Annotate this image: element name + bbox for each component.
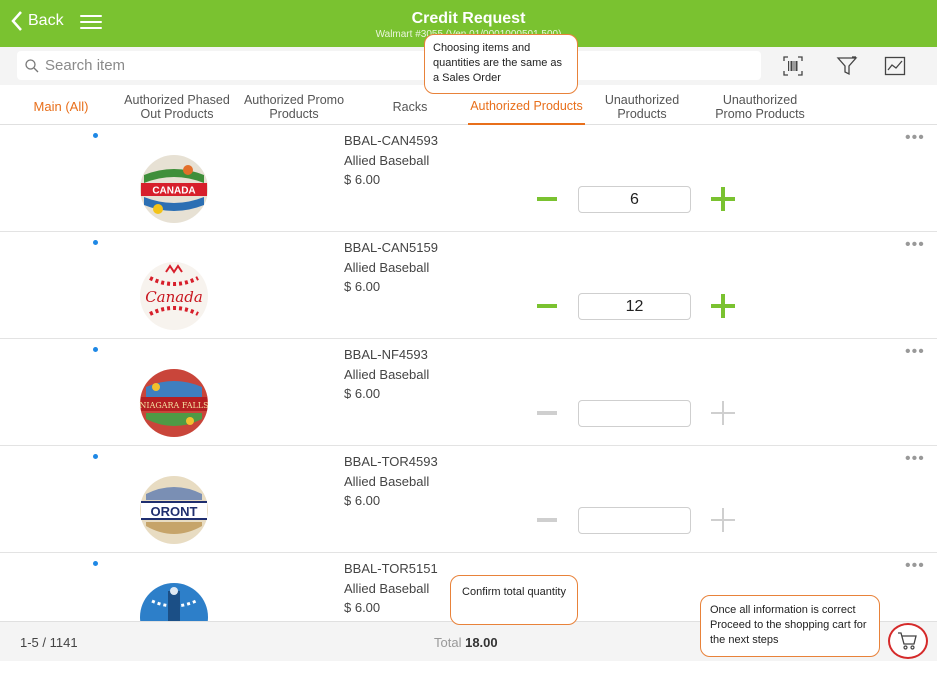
quantity-input[interactable] <box>578 400 691 427</box>
svg-text:ORONT: ORONT <box>151 504 198 519</box>
product-row[interactable]: Canada BBAL-CAN5159 Allied Baseball $ 6.… <box>0 232 937 339</box>
tab-authorized-promo[interactable]: Authorized Promo Products <box>240 89 348 125</box>
product-price: $ 6.00 <box>344 172 381 187</box>
callout-total-note: Confirm total quantity <box>450 575 578 625</box>
more-options-icon[interactable]: ••• <box>905 129 925 147</box>
product-sku: BBAL-TOR5151 <box>344 561 438 576</box>
search-input[interactable] <box>45 57 445 74</box>
shopping-cart-icon <box>898 632 917 650</box>
more-options-icon[interactable]: ••• <box>905 236 925 254</box>
chart-icon[interactable] <box>884 55 906 77</box>
product-sku: BBAL-NF4593 <box>344 347 428 362</box>
more-options-icon[interactable]: ••• <box>905 557 925 575</box>
increase-quantity-button[interactable] <box>711 508 735 532</box>
canada-script-baseball-image: Canada <box>140 262 208 330</box>
increase-quantity-button[interactable] <box>711 294 735 318</box>
shopping-cart-button[interactable] <box>888 623 928 659</box>
product-price: $ 6.00 <box>344 386 381 401</box>
product-description: Allied Baseball <box>344 367 430 382</box>
quantity-input[interactable] <box>578 507 691 534</box>
more-options-icon[interactable]: ••• <box>905 343 925 361</box>
decrease-quantity-button[interactable] <box>537 197 557 201</box>
search-icon <box>25 58 39 72</box>
status-dot <box>93 454 98 459</box>
barcode-scan-icon[interactable] <box>782 55 804 77</box>
product-price: $ 6.00 <box>344 493 381 508</box>
tab-authorized-phased-out[interactable]: Authorized Phased Out Products <box>118 89 236 125</box>
product-sku: BBAL-CAN5159 <box>344 240 438 255</box>
decrease-quantity-button[interactable] <box>537 518 557 522</box>
svg-text:CANADA: CANADA <box>152 186 195 197</box>
status-dot <box>93 347 98 352</box>
product-description: Allied Baseball <box>344 153 430 168</box>
product-sku: BBAL-TOR4593 <box>344 454 438 469</box>
pagination-label: 1-5 / 1141 <box>20 635 78 650</box>
decrease-quantity-button[interactable] <box>537 411 557 415</box>
total-quantity: Total 18.00 <box>434 635 498 650</box>
quantity-input[interactable] <box>578 186 691 213</box>
product-row[interactable]: CANADA BBAL-CAN4593 Allied Baseball $ 6.… <box>0 125 937 232</box>
filter-icon[interactable] <box>836 55 858 77</box>
increase-quantity-button[interactable] <box>711 401 735 425</box>
increase-quantity-button[interactable] <box>711 187 735 211</box>
tab-racks[interactable]: Racks <box>370 89 450 125</box>
status-dot <box>93 561 98 566</box>
tab-main-all[interactable]: Main (All) <box>22 89 100 125</box>
decrease-quantity-button[interactable] <box>537 304 557 308</box>
status-dot <box>93 133 98 138</box>
quantity-input[interactable] <box>578 293 691 320</box>
product-description: Allied Baseball <box>344 474 430 489</box>
total-value: 18.00 <box>465 635 498 650</box>
product-row[interactable]: ORONT BBAL-TOR4593 Allied Baseball $ 6.0… <box>0 446 937 553</box>
niagara-falls-baseball-image: NIAGARA FALLS <box>139 369 209 437</box>
canada-baseball-image: CANADA <box>140 155 208 223</box>
product-sku: BBAL-CAN4593 <box>344 133 438 148</box>
toronto-baseball-image: ORONT <box>140 476 208 544</box>
status-dot <box>93 240 98 245</box>
page-title: Credit Request <box>411 10 526 27</box>
product-description: Allied Baseball <box>344 581 430 596</box>
product-price: $ 6.00 <box>344 279 381 294</box>
product-row[interactable]: NIAGARA FALLS BBAL-NF4593 Allied Basebal… <box>0 339 937 446</box>
svg-text:NIAGARA FALLS: NIAGARA FALLS <box>139 401 208 410</box>
tab-unauthorized-promo[interactable]: Unauthorized Promo Products <box>705 89 815 125</box>
tab-authorized-products[interactable]: Authorized Products <box>468 89 585 125</box>
tab-unauthorized-products[interactable]: Unauthorized Products <box>592 89 692 125</box>
total-label: Total <box>434 635 462 650</box>
toronto-blue-baseball-image <box>140 583 208 621</box>
product-price: $ 6.00 <box>344 600 381 615</box>
more-options-icon[interactable]: ••• <box>905 450 925 468</box>
svg-text:Canada: Canada <box>145 288 203 306</box>
callout-cart-note: Once all information is correct Proceed … <box>700 595 880 657</box>
callout-items-note: Choosing items and quantities are the sa… <box>424 34 578 94</box>
product-description: Allied Baseball <box>344 260 430 275</box>
search-box <box>17 51 761 80</box>
